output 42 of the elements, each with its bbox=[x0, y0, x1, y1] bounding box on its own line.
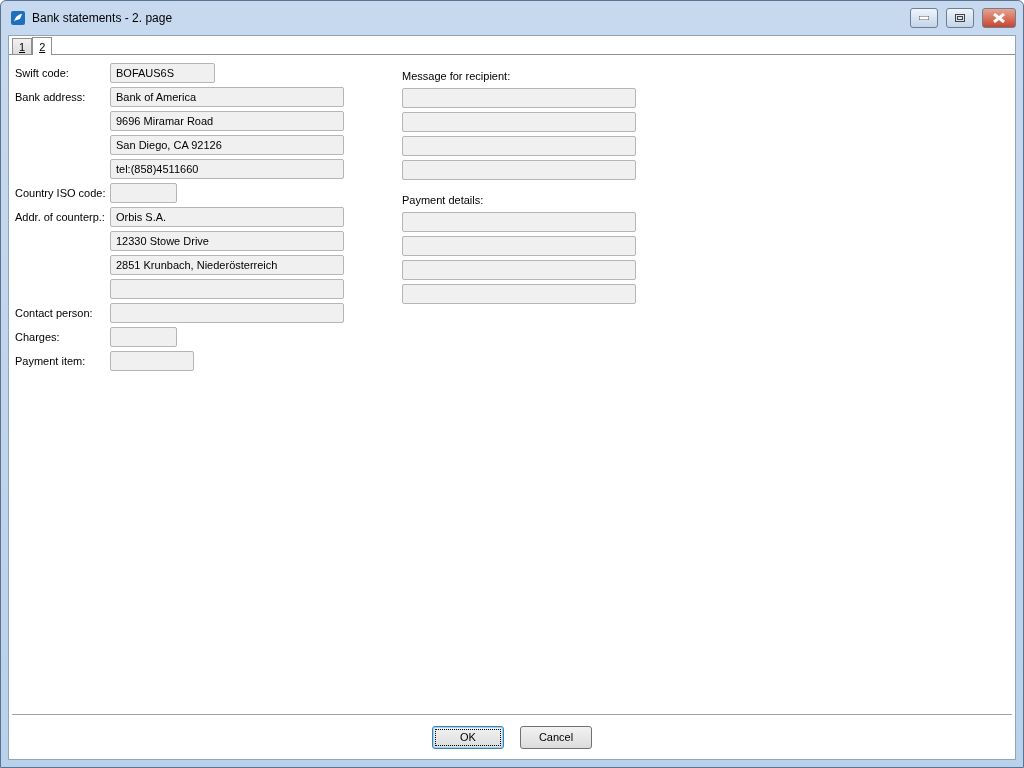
input-field[interactable] bbox=[402, 236, 636, 256]
input-field[interactable] bbox=[110, 327, 177, 347]
field-label: Message for recipient: bbox=[402, 69, 512, 84]
input-field[interactable]: 12330 Stowe Drive bbox=[110, 231, 344, 251]
input-field[interactable] bbox=[402, 212, 636, 232]
maximize-button[interactable] bbox=[946, 8, 974, 28]
input-field[interactable] bbox=[402, 260, 636, 280]
input-field[interactable]: San Diego, CA 92126 bbox=[110, 135, 344, 155]
input-field[interactable] bbox=[110, 279, 344, 299]
input-field[interactable] bbox=[110, 183, 177, 203]
app-icon bbox=[10, 10, 26, 26]
input-field[interactable] bbox=[402, 88, 636, 108]
input-field[interactable]: Bank of America bbox=[110, 87, 344, 107]
maximize-icon bbox=[955, 14, 965, 22]
input-field[interactable] bbox=[402, 112, 636, 132]
window-title: Bank statements - 2. page bbox=[32, 11, 174, 25]
input-field[interactable] bbox=[110, 303, 344, 323]
close-icon bbox=[993, 13, 1005, 23]
input-field[interactable]: Orbis S.A. bbox=[110, 207, 344, 227]
field-label: Swift code: bbox=[15, 66, 70, 81]
minimize-icon bbox=[919, 16, 929, 20]
input-field[interactable]: 2851 Krunbach, Niederösterreich bbox=[110, 255, 344, 275]
field-label: Payment details: bbox=[402, 193, 485, 208]
input-field[interactable]: 9696 Miramar Road bbox=[110, 111, 344, 131]
field-label: Contact person: bbox=[15, 306, 94, 321]
input-field[interactable] bbox=[110, 351, 194, 371]
input-field[interactable] bbox=[402, 284, 636, 304]
minimize-button[interactable] bbox=[910, 8, 938, 28]
close-button[interactable] bbox=[982, 8, 1016, 28]
field-label: Bank address: bbox=[15, 90, 87, 105]
input-field[interactable] bbox=[402, 136, 636, 156]
tab[interactable]: 2 bbox=[32, 37, 53, 55]
field-label: Payment item: bbox=[15, 354, 87, 369]
tab[interactable]: 1 bbox=[12, 38, 33, 54]
input-field[interactable]: BOFAUS6S bbox=[110, 63, 215, 83]
dialog-button[interactable]: OK bbox=[432, 725, 504, 749]
field-label: Charges: bbox=[15, 330, 61, 345]
field-label: Addr. of counterp.: bbox=[15, 210, 106, 225]
input-field[interactable]: tel:(858)4511660 bbox=[110, 159, 344, 179]
field-label: Country ISO code: bbox=[15, 186, 107, 201]
dialog-button[interactable]: Cancel bbox=[520, 725, 592, 749]
input-field[interactable] bbox=[402, 160, 636, 180]
